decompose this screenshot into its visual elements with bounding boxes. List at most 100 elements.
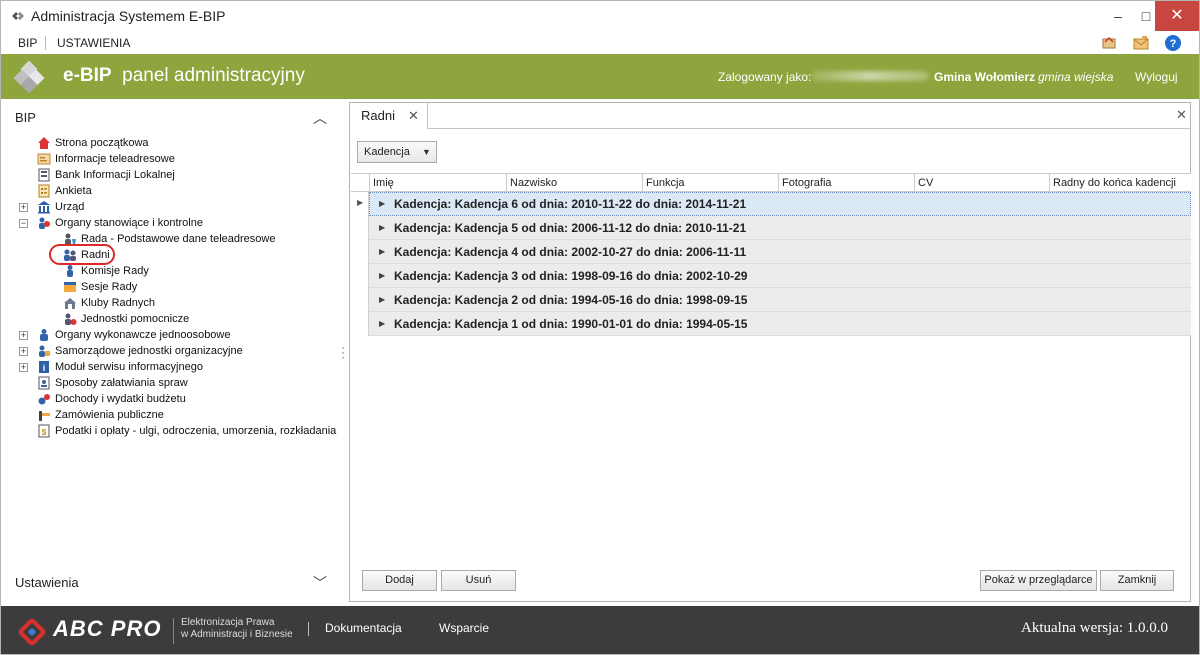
mail-icon[interactable] — [1132, 34, 1150, 52]
collapse-toggle[interactable]: − — [19, 219, 28, 228]
building-icon — [38, 201, 50, 214]
help-icon[interactable]: ? — [1164, 34, 1182, 52]
tree-item-zamowienia[interactable]: Zamówienia publiczne — [17, 407, 347, 423]
expand-arrow-icon[interactable]: ▶ — [379, 295, 385, 304]
tree-item-label: Sesje Rady — [81, 281, 138, 293]
expand-toggle[interactable]: + — [19, 363, 28, 372]
expand-toggle[interactable]: + — [19, 331, 28, 340]
tab-label: Radni — [361, 108, 395, 123]
tree-item-label: Ankieta — [55, 185, 92, 197]
column-separator[interactable] — [1049, 174, 1050, 192]
tree-item-label: Moduł serwisu informacyjnego — [55, 361, 203, 373]
tree-item-bank-informacji[interactable]: Bank Informacji Lokalnej — [17, 167, 347, 183]
group-row[interactable]: ▶ Kadencja: Kadencja 4 od dnia: 2002-10-… — [351, 240, 1191, 264]
logout-link[interactable]: Wyloguj — [1135, 70, 1178, 84]
refresh-icon[interactable] — [1100, 34, 1118, 52]
tree-item-strona-poczatkowa[interactable]: Strona początkowa — [17, 135, 347, 151]
tree-item-ankieta[interactable]: Ankieta — [17, 183, 347, 199]
tagline-line-1: Elektronizacja Prawa — [181, 617, 275, 628]
column-header-radny-do-konca[interactable]: Radny do końca kadencji — [1053, 177, 1176, 189]
tree-item-jednostki-pomocnicze[interactable]: Jednostki pomocnicze — [17, 311, 347, 327]
group-row[interactable]: ▶ Kadencja: Kadencja 2 od dnia: 1994-05-… — [351, 288, 1191, 312]
tree-item-dochody[interactable]: Dochody i wydatki budżetu — [17, 391, 347, 407]
support-link[interactable]: Wsparcie — [439, 621, 489, 635]
budget-icon — [38, 394, 50, 405]
tree-item-modul-serwisu[interactable]: + i Moduł serwisu informacyjnego — [17, 359, 347, 375]
expand-toggle[interactable]: + — [19, 203, 28, 212]
close-panel-button[interactable]: Zamknij — [1100, 570, 1174, 591]
session-icon — [64, 282, 76, 292]
column-separator[interactable] — [914, 174, 915, 192]
footer-tagline: Elektronizacja Prawa w Administracji i Bi… — [181, 617, 293, 641]
organization-type: gmina wiejska — [1038, 70, 1114, 84]
row-indicator — [351, 264, 369, 288]
expand-arrow-icon[interactable]: ▶ — [379, 223, 385, 232]
settings-section-title[interactable]: Ustawienia — [15, 575, 79, 590]
tender-icon — [39, 411, 50, 421]
delete-button[interactable]: Usuń — [441, 570, 516, 591]
splitter-grip-icon[interactable]: · · · — [341, 341, 345, 363]
column-header-cv[interactable]: CV — [918, 177, 933, 189]
tree-item-komisje[interactable]: Komisje Rady — [17, 263, 347, 279]
menu-bar: BIP USTAWIENIA ? — [1, 31, 1199, 54]
expand-arrow-icon[interactable]: ▶ — [379, 247, 385, 256]
expand-chevron-icon[interactable]: ﹀ — [313, 573, 327, 593]
councilors-grid: Imię Nazwisko Funkcja Fotografia CV Radn… — [351, 173, 1191, 339]
row-indicator: ▶ — [351, 192, 369, 216]
documentation-link[interactable]: Dokumentacja — [325, 621, 402, 635]
group-row[interactable]: ▶ Kadencja: Kadencja 1 od dnia: 1990-01-… — [351, 312, 1191, 336]
tree-item-label: Sposoby załatwiania spraw — [55, 377, 188, 389]
menu-ustawienia[interactable]: USTAWIENIA — [57, 36, 130, 50]
tree-item-sposoby[interactable]: Sposoby załatwiania spraw — [17, 375, 347, 391]
expand-arrow-icon[interactable]: ▶ — [379, 271, 385, 280]
committee-icon — [67, 265, 73, 277]
tree-item-label: Dochody i wydatki budżetu — [55, 393, 186, 405]
close-window-button[interactable]: ✕ — [1155, 1, 1199, 31]
panel-close-icon[interactable]: ✕ — [1176, 107, 1187, 123]
app-header: e-BIP panel administracyjny Zalogowany j… — [1, 54, 1199, 99]
tree-item-label: Zamówienia publiczne — [55, 409, 164, 421]
group-label: Kadencja: Kadencja 4 od dnia: 2002-10-27… — [394, 245, 747, 259]
row-indicator — [351, 288, 369, 312]
minimize-button[interactable]: – — [1103, 1, 1133, 31]
grid-header: Imię Nazwisko Funkcja Fotografia CV Radn… — [351, 173, 1191, 192]
column-header-nazwisko[interactable]: Nazwisko — [510, 177, 557, 189]
tree-item-organy-wykonawcze[interactable]: + Organy wykonawcze jednoosobowe — [17, 327, 347, 343]
tree-item-kluby[interactable]: Kluby Radnych — [17, 295, 347, 311]
expand-arrow-icon[interactable]: ▶ — [379, 319, 385, 328]
tree-item-label: Podatki i opłaty - ulgi, odroczenia, umo… — [55, 425, 337, 437]
column-separator[interactable] — [778, 174, 779, 192]
tree-item-samorzadowe[interactable]: + Samorządowe jednostki organizacyjne — [17, 343, 347, 359]
tab-radni[interactable]: Radni ✕ — [350, 103, 428, 129]
tree-item-organy-stanowiace[interactable]: − Organy stanowiące i kontrolne — [17, 215, 347, 231]
council-icon — [39, 217, 50, 229]
group-row[interactable]: ▶ ▶ Kadencja: Kadencja 6 od dnia: 2010-1… — [351, 192, 1191, 216]
menu-bip[interactable]: BIP — [18, 36, 37, 50]
expand-toggle[interactable]: + — [19, 347, 28, 356]
add-button[interactable]: Dodaj — [362, 570, 437, 591]
club-icon — [64, 298, 76, 309]
group-row[interactable]: ▶ Kadencja: Kadencja 3 od dnia: 1998-09-… — [351, 264, 1191, 288]
group-row[interactable]: ▶ Kadencja: Kadencja 5 od dnia: 2006-11-… — [351, 216, 1191, 240]
tree-item-label: Rada - Podstawowe dane teleadresowe — [81, 233, 276, 245]
tab-close-icon[interactable]: ✕ — [408, 108, 419, 124]
column-header-imie[interactable]: Imię — [373, 177, 394, 189]
contact-card-icon — [37, 153, 51, 165]
tree-item-label: Kluby Radnych — [81, 297, 155, 309]
collapse-chevron-icon[interactable]: ︿ — [313, 108, 327, 128]
tree-item-podatki[interactable]: $ Podatki i opłaty - ulgi, odroczenia, u… — [17, 423, 347, 439]
tree-item-label: Samorządowe jednostki organizacyjne — [55, 345, 243, 357]
column-header-fotografia[interactable]: Fotografia — [782, 177, 832, 189]
column-header-funkcja[interactable]: Funkcja — [646, 177, 685, 189]
menu-separator — [45, 36, 46, 50]
tree-item-urzad[interactable]: + Urząd — [17, 199, 347, 215]
expand-arrow-icon[interactable]: ▶ — [379, 199, 385, 208]
tree-item-sesje[interactable]: Sesje Rady — [17, 279, 347, 295]
current-row-arrow-icon: ▶ — [357, 198, 364, 207]
group-by-chip[interactable]: Kadencja ▼ — [357, 141, 437, 163]
column-separator[interactable] — [506, 174, 507, 192]
open-in-browser-button[interactable]: Pokaż w przeglądarce — [980, 570, 1097, 591]
column-separator[interactable] — [642, 174, 643, 192]
chevron-down-icon: ▼ — [422, 147, 431, 157]
tree-item-informacje-teleadresowe[interactable]: Informacje teleadresowe — [17, 151, 347, 167]
